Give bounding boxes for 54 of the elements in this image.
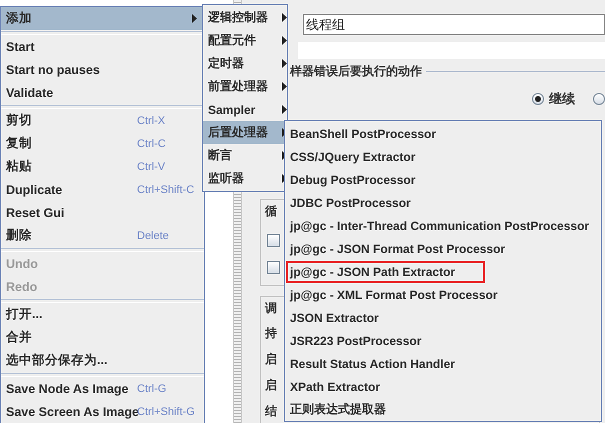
menu-item[interactable]: XPath Extractor [285, 375, 601, 398]
menu-item[interactable]: 定时器 [203, 52, 287, 75]
menu-item[interactable]: 粘贴 Ctrl-V [1, 155, 204, 178]
menu-item[interactable]: Save Screen As ImageCtrl+Shift-G [1, 400, 204, 423]
name-field[interactable]: 线程组 [303, 14, 605, 35]
menu-item[interactable]: Duplicate Ctrl+Shift-C [1, 178, 204, 201]
menu-item[interactable]: 添加 [1, 7, 204, 30]
shortcut-label: Ctrl-X [137, 114, 166, 126]
shortcut-label: Ctrl-G [137, 382, 166, 394]
menu-item[interactable]: Start no pauses [1, 58, 204, 81]
radio-button[interactable] [593, 92, 605, 105]
radio-label: 继续 [549, 90, 575, 108]
field-label: 持 [265, 325, 277, 342]
radio-button[interactable] [532, 92, 544, 105]
menu-item[interactable]: 逻辑控制器 [203, 6, 287, 29]
checkbox[interactable] [267, 234, 280, 247]
menu-item[interactable]: 删除 Delete [1, 224, 204, 247]
menu-item[interactable]: 复制 Ctrl-C [1, 132, 204, 155]
menu-item[interactable]: JSR223 PostProcessor [285, 329, 601, 352]
menu-item[interactable]: jp@gc - XML Format Post Processor [285, 283, 601, 306]
menu-item[interactable]: 合并 [1, 326, 204, 349]
group-title: 调 [265, 300, 277, 317]
menu-item[interactable]: 打开... [1, 303, 204, 326]
menu-item[interactable]: BeanShell PostProcessor [285, 122, 601, 145]
menu-item[interactable]: Sampler [203, 98, 287, 121]
menu-item[interactable]: jp@gc - JSON Path Extractor [285, 260, 601, 283]
field-label: 启 [265, 351, 277, 368]
menu-item[interactable]: Save Node As Image Ctrl-G [1, 377, 204, 400]
checkbox[interactable] [267, 260, 280, 274]
menu-item[interactable]: Reset Gui [1, 201, 204, 224]
menu-item[interactable]: 前置处理器 [203, 75, 287, 98]
menu-item[interactable]: 剪切 Ctrl-X [1, 109, 204, 132]
menu-item[interactable]: jp@gc - Inter-Thread Communication PostProcessor [285, 214, 601, 237]
menu-item[interactable]: Result Status Action Handler [285, 352, 601, 375]
menu-item[interactable]: CSS/JQuery Extractor [285, 145, 601, 168]
menu-item[interactable]: 选中部分保存为... [1, 349, 204, 372]
menu-item[interactable]: 后置处理器 [203, 121, 287, 144]
group-title: 循 [265, 202, 277, 220]
shortcut-label: Ctrl+Shift-G [137, 406, 195, 418]
menu-item[interactable]: 配置元件 [203, 29, 287, 52]
menu-item[interactable]: 正则表达式提取器 [285, 398, 601, 421]
field-label: 启 [265, 377, 277, 394]
field-label: 结 [265, 403, 277, 420]
menu-item[interactable]: JSON Extractor [285, 306, 601, 329]
menu-item[interactable]: JDBC PostProcessor [285, 191, 601, 214]
shortcut-label: Ctrl-V [137, 160, 166, 172]
menu-item[interactable]: jp@gc - JSON Format Post Processor [285, 237, 601, 260]
shortcut-label: Delete [137, 230, 169, 242]
group-title: 样器错误后要执行的动作 [290, 63, 422, 80]
menu-item[interactable]: Debug PostProcessor [285, 168, 601, 191]
shortcut-label: Ctrl-C [137, 138, 166, 150]
shortcut-label: Ctrl+Shift-C [137, 184, 194, 196]
menu-item[interactable]: Validate [1, 81, 204, 104]
menu-item[interactable]: Start [1, 35, 204, 58]
